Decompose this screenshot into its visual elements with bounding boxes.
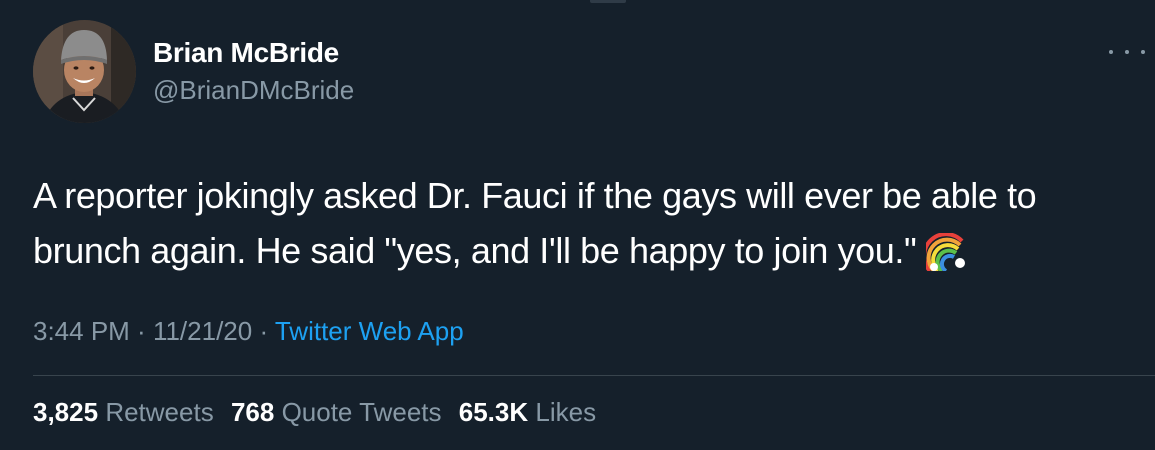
likes-count: 65.3K bbox=[458, 397, 529, 427]
likes-label: Likes bbox=[535, 397, 597, 427]
divider bbox=[33, 375, 1155, 376]
quote-tweets-count: 768 bbox=[230, 397, 275, 427]
tweet-text-line: A reporter jokingly asked Dr. Fauci if t… bbox=[33, 175, 1037, 216]
tweet-source-link[interactable]: Twitter Web App bbox=[275, 316, 464, 346]
display-name[interactable]: Brian McBride bbox=[153, 37, 339, 69]
tweet-card: Brian McBride @BrianDMcBride A reporter … bbox=[0, 0, 1155, 450]
quote-tweets-label: Quote Tweets bbox=[281, 397, 442, 427]
more-horizontal-icon[interactable] bbox=[1109, 37, 1145, 67]
tweet-meta: 3:44 PM · 11/21/20 · Twitter Web App bbox=[33, 316, 464, 347]
rainbow-icon bbox=[922, 231, 966, 286]
more-dot bbox=[1141, 50, 1145, 54]
top-handle-bar bbox=[590, 0, 626, 3]
retweets-label: Retweets bbox=[105, 397, 214, 427]
avatar[interactable] bbox=[33, 20, 136, 123]
tweet-stats: 3,825 Retweets 768 Quote Tweets 65.3K Li… bbox=[33, 397, 606, 428]
more-dot bbox=[1109, 50, 1113, 54]
meta-separator: · bbox=[129, 316, 153, 346]
tweet-date[interactable]: 11/21/20 bbox=[153, 316, 252, 346]
user-handle[interactable]: @BrianDMcBride bbox=[153, 75, 354, 106]
meta-separator: · bbox=[252, 316, 275, 346]
tweet-text: A reporter jokingly asked Dr. Fauci if t… bbox=[33, 168, 1123, 286]
likes-stat[interactable]: 65.3K Likes bbox=[459, 397, 596, 427]
retweets-count: 3,825 bbox=[33, 397, 99, 427]
profile-photo-icon bbox=[33, 20, 136, 123]
tweet-time[interactable]: 3:44 PM bbox=[33, 316, 130, 346]
tweet-text-line: brunch again. He said "yes, and I'll be … bbox=[33, 230, 917, 271]
retweets-stat[interactable]: 3,825 Retweets bbox=[33, 397, 214, 427]
quote-tweets-stat[interactable]: 768 Quote Tweets bbox=[231, 397, 442, 427]
more-dot bbox=[1125, 50, 1129, 54]
